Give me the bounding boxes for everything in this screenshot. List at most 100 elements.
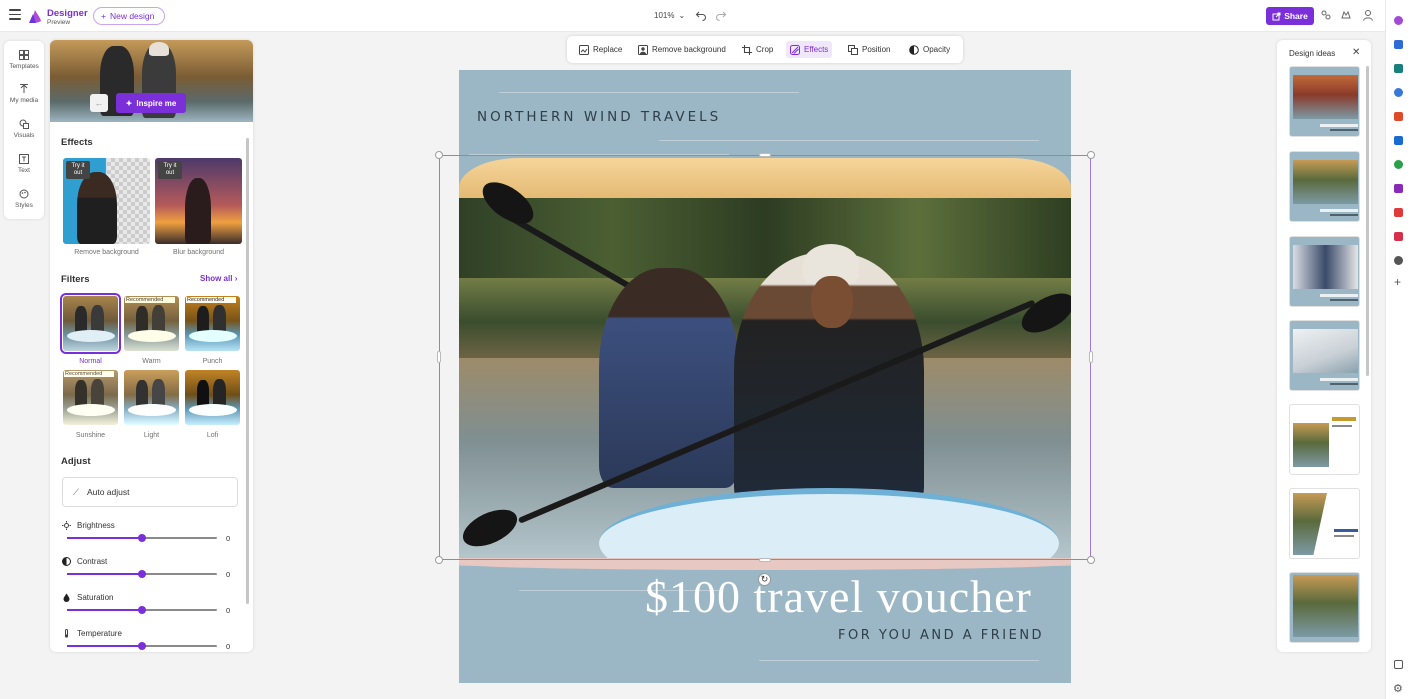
contrast-slider[interactable] bbox=[67, 570, 217, 578]
tag-icon[interactable] bbox=[1394, 40, 1403, 49]
zoom-dropdown[interactable]: 101% ⌄ bbox=[654, 11, 685, 20]
share-button[interactable]: Share bbox=[1266, 7, 1314, 25]
replace-button[interactable]: Replace bbox=[575, 41, 626, 58]
try-it-out-tag: Try it out bbox=[158, 161, 182, 179]
slider-value: 0 bbox=[226, 642, 231, 651]
headline-text[interactable]: NORTHERN WIND TRAVELS bbox=[477, 109, 721, 125]
filter-person bbox=[136, 380, 148, 406]
design-idea-thumbnail[interactable] bbox=[1289, 404, 1360, 475]
settings-icon[interactable]: ⚙ bbox=[1393, 682, 1403, 695]
rail-item-text[interactable]: Text bbox=[4, 154, 44, 174]
slider-knob[interactable] bbox=[138, 606, 146, 614]
slider-knob[interactable] bbox=[138, 534, 146, 542]
account-icon[interactable] bbox=[1362, 9, 1374, 21]
ctx-label: Crop bbox=[756, 45, 774, 54]
filter-lofi[interactable] bbox=[185, 370, 240, 425]
apple-icon[interactable] bbox=[1394, 256, 1403, 265]
filter-warm[interactable]: Recommended bbox=[124, 296, 179, 351]
design-idea-thumbnail[interactable] bbox=[1289, 572, 1360, 643]
resize-handle-left[interactable] bbox=[437, 351, 441, 363]
rotate-icon[interactable]: ↻ bbox=[758, 573, 771, 586]
design-ideas-title: Design ideas bbox=[1289, 49, 1336, 58]
tree-icon[interactable] bbox=[1394, 160, 1403, 169]
resize-handle-top-left[interactable] bbox=[435, 151, 443, 159]
filter-person bbox=[136, 306, 148, 332]
recommended-badge: Recommended bbox=[125, 297, 175, 303]
effects-button[interactable]: Effects bbox=[786, 41, 833, 58]
idea-text-line bbox=[1320, 294, 1358, 297]
menu-icon[interactable] bbox=[9, 9, 21, 21]
add-icon[interactable]: + bbox=[1394, 275, 1401, 289]
remove-background-button[interactable]: Remove background bbox=[634, 41, 730, 58]
rail-item-my-media[interactable]: My media bbox=[4, 84, 44, 104]
back-arrow-icon[interactable]: ← bbox=[90, 94, 108, 112]
new-design-button[interactable]: + New design bbox=[93, 7, 165, 25]
undo-icon[interactable] bbox=[695, 9, 707, 21]
opacity-button[interactable]: Opacity bbox=[905, 41, 954, 58]
rail-item-visuals[interactable]: Visuals bbox=[4, 119, 44, 139]
filter-normal[interactable] bbox=[60, 293, 121, 354]
effect-person bbox=[185, 178, 211, 244]
copilot-icon[interactable] bbox=[1394, 16, 1403, 25]
auto-adjust-button[interactable]: ⟋ Auto adjust bbox=[62, 477, 238, 507]
games-icon[interactable] bbox=[1394, 88, 1403, 97]
office-icon[interactable] bbox=[1394, 112, 1403, 121]
panel-scrollbar[interactable] bbox=[246, 138, 249, 604]
pdf-icon[interactable] bbox=[1394, 232, 1403, 241]
redo-icon[interactable] bbox=[715, 9, 727, 21]
resize-handle-bottom-left[interactable] bbox=[435, 556, 443, 564]
sparkle-icon: ✦ bbox=[125, 98, 133, 108]
crop-icon bbox=[742, 44, 752, 55]
show-all-link[interactable]: Show all › bbox=[200, 274, 237, 283]
voucher-text[interactable]: $100 travel voucher bbox=[645, 570, 1032, 623]
sidebar-toggle-icon[interactable] bbox=[1394, 660, 1403, 669]
effects-icon bbox=[790, 44, 800, 55]
brightness-slider[interactable] bbox=[67, 534, 217, 542]
subline-text[interactable]: FOR YOU AND A FRIEND bbox=[838, 628, 1044, 643]
resize-handle-bottom-right[interactable] bbox=[1087, 556, 1095, 564]
rail-label: Templates bbox=[9, 63, 39, 70]
filter-sunshine[interactable]: Recommended bbox=[63, 370, 118, 425]
resize-handle-top-right[interactable] bbox=[1087, 151, 1095, 159]
design-idea-thumbnail[interactable] bbox=[1289, 320, 1360, 391]
app-icon[interactable] bbox=[1394, 208, 1403, 217]
design-idea-thumbnail[interactable] bbox=[1289, 236, 1360, 307]
effect-remove-background[interactable]: Try it out bbox=[63, 158, 150, 244]
onenote-icon[interactable] bbox=[1394, 184, 1403, 193]
remove-background-icon bbox=[638, 44, 648, 55]
collaborate-icon[interactable] bbox=[1320, 9, 1332, 21]
texture-streak bbox=[499, 92, 799, 93]
tools-icon[interactable] bbox=[1394, 64, 1403, 73]
design-idea-thumbnail[interactable] bbox=[1289, 151, 1360, 222]
rail-item-styles[interactable]: Styles bbox=[4, 189, 44, 209]
rail-item-templates[interactable]: Templates bbox=[4, 50, 44, 70]
slider-knob[interactable] bbox=[138, 570, 146, 578]
design-idea-thumbnail[interactable] bbox=[1289, 66, 1360, 137]
effect-blur-background[interactable]: Try it out bbox=[155, 158, 242, 244]
filter-kayak bbox=[189, 330, 237, 342]
idea-text-line bbox=[1320, 124, 1358, 127]
premium-icon[interactable] bbox=[1340, 9, 1352, 21]
outlook-icon[interactable] bbox=[1394, 136, 1403, 145]
design-idea-thumbnail[interactable] bbox=[1289, 488, 1360, 559]
filter-light[interactable] bbox=[124, 370, 179, 425]
filter-person bbox=[91, 305, 104, 333]
resize-handle-top[interactable] bbox=[759, 153, 771, 157]
position-button[interactable]: Position bbox=[844, 41, 894, 58]
close-icon[interactable]: ✕ bbox=[1352, 47, 1360, 58]
ideas-scrollbar[interactable] bbox=[1366, 66, 1369, 376]
crop-button[interactable]: Crop bbox=[738, 41, 777, 58]
slider-knob[interactable] bbox=[138, 642, 146, 650]
show-all-label: Show all bbox=[200, 274, 233, 283]
share-label: Share bbox=[1284, 11, 1308, 21]
slider-value: 0 bbox=[226, 570, 231, 579]
try-it-out-tag: Try it out bbox=[66, 161, 90, 179]
resize-handle-right[interactable] bbox=[1089, 351, 1093, 363]
temperature-slider[interactable] bbox=[67, 642, 217, 650]
filter-label: Normal bbox=[79, 358, 102, 365]
idea-photo bbox=[1293, 423, 1329, 467]
resize-handle-bottom[interactable] bbox=[759, 558, 771, 562]
saturation-slider[interactable] bbox=[67, 606, 217, 614]
filter-punch[interactable]: Recommended bbox=[185, 296, 240, 351]
inspire-me-button[interactable]: ✦ Inspire me bbox=[116, 93, 186, 113]
